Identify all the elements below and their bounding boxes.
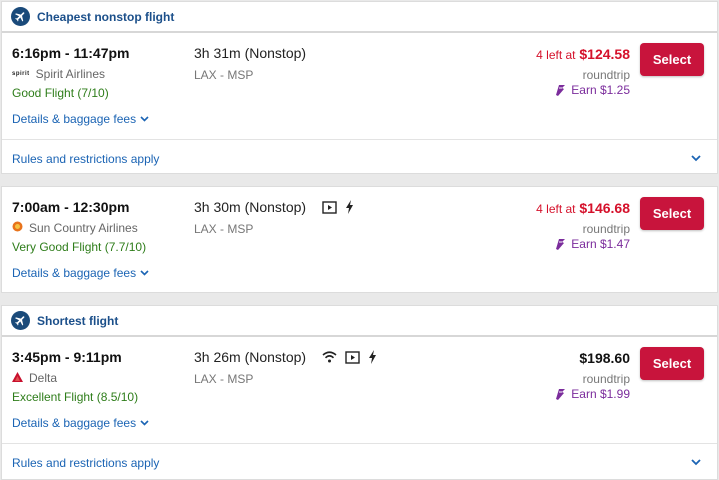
- flight-row: 7:00am - 12:30pm Sun Country Airlines Ve…: [2, 187, 717, 293]
- details-link[interactable]: Details & baggage fees: [12, 266, 149, 280]
- earn-rewards: Earn $1.99: [553, 387, 630, 401]
- section-title: Shortest flight: [37, 313, 119, 328]
- seats-left: 4 left at: [536, 202, 576, 216]
- price-value: $124.58: [579, 46, 630, 62]
- rules-label: Rules and restrictions apply: [12, 151, 160, 166]
- select-button[interactable]: Select: [640, 197, 704, 230]
- video-icon: [322, 200, 337, 214]
- flight-route: LAX - MSP: [194, 372, 254, 386]
- flight-duration: 3h 31m (Nonstop): [194, 45, 306, 61]
- flight-card: 7:00am - 12:30pm Sun Country Airlines Ve…: [1, 186, 718, 293]
- earn-label: Earn $1.99: [571, 387, 630, 401]
- airline-name: Spirit Airlines: [35, 67, 106, 81]
- price-value: $198.60: [579, 350, 630, 366]
- section-title: Cheapest nonstop flight: [37, 9, 175, 24]
- flight-times: 3:45pm - 9:11pm: [12, 349, 122, 365]
- video-icon: [345, 350, 360, 364]
- plane-icon: [11, 311, 30, 330]
- flight-times: 7:00am - 12:30pm: [12, 199, 130, 215]
- earn-rewards: Earn $1.25: [553, 83, 630, 97]
- power-icon: [368, 350, 377, 364]
- airline-logo: [12, 221, 23, 235]
- airline: spirit Spirit Airlines: [12, 67, 105, 81]
- rules-link[interactable]: Rules and restrictions apply: [2, 139, 717, 177]
- rewards-icon: [556, 239, 566, 250]
- seats-left: 4 left at: [536, 48, 576, 62]
- chevron-down-icon: [140, 270, 149, 276]
- details-label: Details & baggage fees: [12, 416, 137, 430]
- airline-logo: spirit: [12, 71, 30, 77]
- chevron-down-icon: [140, 116, 149, 122]
- airline: Delta: [12, 371, 57, 385]
- flight-rating: Very Good Flight (7.7/10): [12, 240, 147, 254]
- rewards-icon: [556, 85, 566, 96]
- earn-label: Earn $1.47: [571, 237, 630, 251]
- power-icon: [345, 200, 354, 214]
- earn-rewards: Earn $1.47: [553, 237, 630, 251]
- rules-link[interactable]: Rules and restrictions apply: [2, 443, 717, 480]
- duration-label: 3h 31m (Nonstop): [194, 45, 307, 61]
- airline-logo: [12, 371, 23, 385]
- flight-duration: 3h 26m (Nonstop): [194, 349, 377, 365]
- flight-row: 6:16pm - 11:47pm spirit Spirit Airlines …: [2, 33, 717, 139]
- airline-name: Delta: [29, 371, 58, 385]
- earn-label: Earn $1.25: [571, 83, 630, 97]
- trip-type: roundtrip: [582, 222, 630, 236]
- section-header: Cheapest nonstop flight: [2, 2, 717, 33]
- details-label: Details & baggage fees: [12, 266, 137, 280]
- details-link[interactable]: Details & baggage fees: [12, 416, 149, 430]
- flight-price: $198.60: [579, 350, 630, 366]
- chevron-down-icon: [691, 155, 701, 162]
- chevron-down-icon: [140, 420, 149, 426]
- select-button[interactable]: Select: [640, 347, 704, 380]
- shortest-card: Shortest flight 3:45pm - 9:11pm Delta Ex…: [1, 305, 718, 480]
- price-value: $146.68: [579, 200, 630, 216]
- rewards-icon: [556, 389, 566, 400]
- section-header: Shortest flight: [2, 306, 717, 337]
- flight-price: 4 left at $146.68: [536, 200, 630, 216]
- flight-rating: Excellent Flight (8.5/10): [12, 390, 139, 404]
- rules-label: Rules and restrictions apply: [12, 455, 160, 470]
- duration-label: 3h 26m (Nonstop): [194, 349, 307, 365]
- airline: Sun Country Airlines: [12, 221, 138, 235]
- amenities: [314, 200, 354, 214]
- trip-type: roundtrip: [582, 372, 630, 386]
- flight-row: 3:45pm - 9:11pm Delta Excellent Flight (…: [2, 337, 717, 443]
- duration-label: 3h 30m (Nonstop): [194, 199, 307, 215]
- flight-route: LAX - MSP: [194, 222, 254, 236]
- details-link[interactable]: Details & baggage fees: [12, 112, 149, 126]
- chevron-down-icon: [691, 459, 701, 466]
- flight-duration: 3h 30m (Nonstop): [194, 199, 354, 215]
- airline-name: Sun Country Airlines: [29, 221, 138, 235]
- select-button[interactable]: Select: [640, 43, 704, 76]
- flight-rating: Good Flight (7/10): [12, 86, 109, 100]
- wifi-icon: [322, 351, 337, 363]
- flight-times: 6:16pm - 11:47pm: [12, 45, 130, 61]
- amenities: [314, 350, 377, 364]
- flight-price: 4 left at $124.58: [536, 46, 630, 62]
- details-label: Details & baggage fees: [12, 112, 137, 126]
- trip-type: roundtrip: [582, 68, 630, 82]
- cheapest-card: Cheapest nonstop flight 6:16pm - 11:47pm…: [1, 1, 718, 174]
- plane-icon: [11, 7, 30, 26]
- flight-route: LAX - MSP: [194, 68, 254, 82]
